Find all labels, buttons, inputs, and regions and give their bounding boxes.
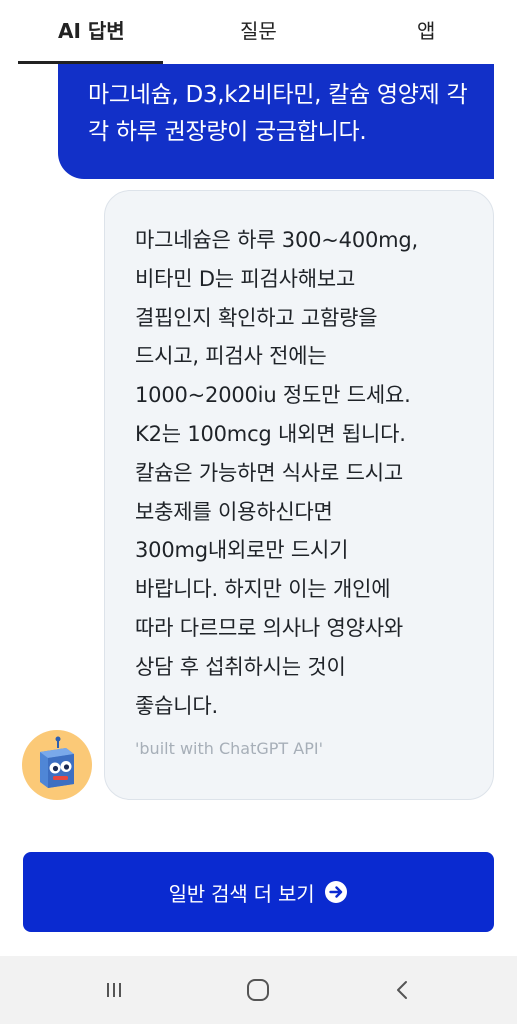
built-with-caption: 'built with ChatGPT API' bbox=[135, 739, 323, 758]
user-question-bubble: 마그네슘, D3,k2비타민, 칼슘 영양제 각각 하루 권장량이 궁금합니다. bbox=[58, 64, 494, 179]
home-button[interactable] bbox=[238, 970, 278, 1010]
more-search-label: 일반 검색 더 보기 bbox=[168, 881, 315, 906]
robot-mascot-svg bbox=[40, 736, 74, 788]
arrow-right-circle-icon bbox=[325, 881, 348, 903]
back-button[interactable] bbox=[383, 970, 423, 1010]
tab-ai-answer[interactable]: AI 답변 bbox=[58, 18, 125, 44]
tab-app[interactable]: 앱 bbox=[417, 18, 435, 44]
recent-apps-icon bbox=[107, 983, 121, 997]
tab-bar: AI 답변 질문 앱 bbox=[0, 0, 517, 64]
more-search-button[interactable]: 일반 검색 더 보기 bbox=[23, 852, 494, 932]
home-icon bbox=[247, 979, 269, 1001]
system-nav-bar bbox=[0, 956, 517, 1024]
ai-answer-bubble: 마그네슘은 하루 300~400mg, 비타민 D는 피검사해보고 결핍인지 확… bbox=[104, 190, 494, 800]
back-icon bbox=[397, 981, 407, 999]
recent-apps-button[interactable] bbox=[94, 970, 134, 1010]
tab-question[interactable]: 질문 bbox=[240, 18, 277, 44]
robot-mascot-icon bbox=[22, 730, 92, 800]
ai-answer-text: 마그네슘은 하루 300~400mg, 비타민 D는 피검사해보고 결핍인지 확… bbox=[135, 228, 419, 718]
